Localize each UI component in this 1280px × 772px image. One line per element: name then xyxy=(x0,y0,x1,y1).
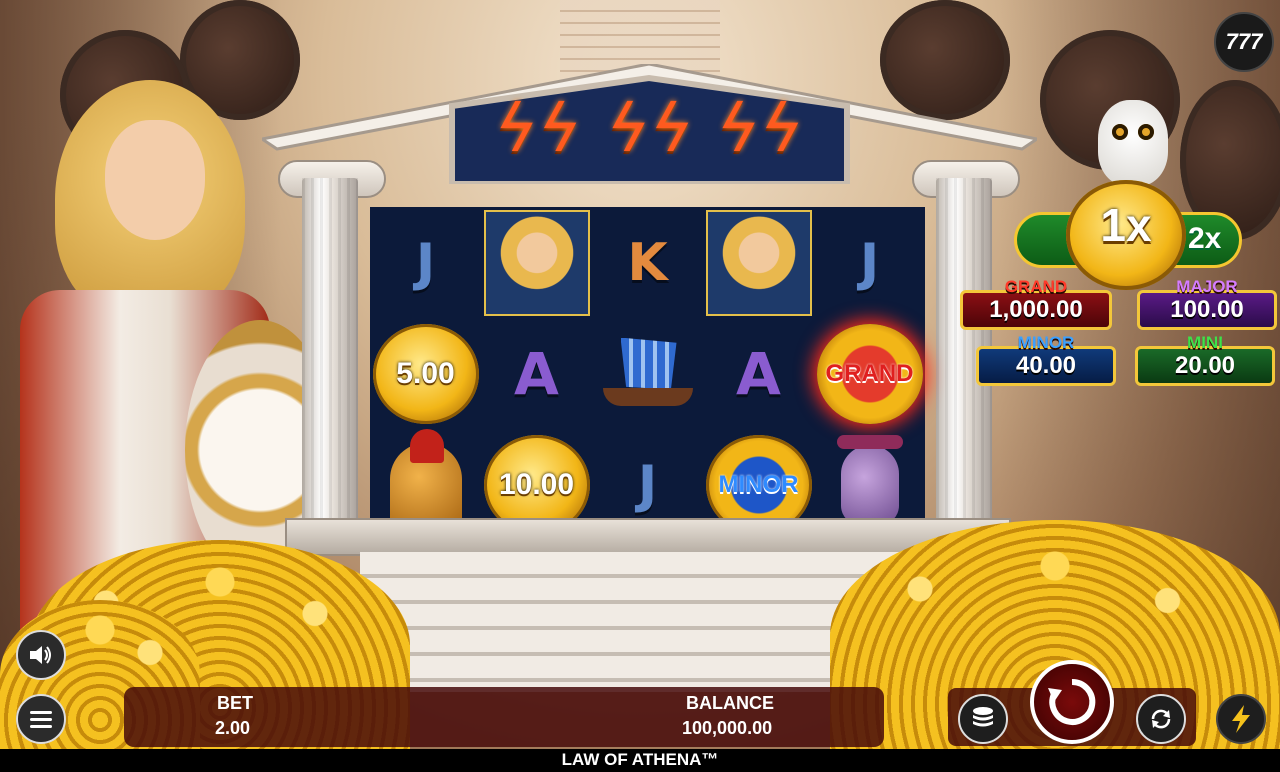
bet-label: BET xyxy=(217,693,253,713)
symbol-letter: A xyxy=(514,339,559,408)
reel-symbol-j: J xyxy=(814,207,925,318)
multiplier-next: 2x xyxy=(1188,222,1222,255)
spin-arrow-icon xyxy=(1048,678,1096,725)
jackpot-grand-label: GRAND xyxy=(1004,277,1068,296)
ship-icon xyxy=(602,334,693,414)
reel-symbol-athena xyxy=(481,207,592,318)
reel-symbol-k: K xyxy=(592,207,703,318)
jackpot-major-amount: 100.00 xyxy=(1170,296,1244,323)
spin-button[interactable] xyxy=(1030,660,1114,744)
symbol-letter: A xyxy=(736,339,781,408)
reel-symbol-coin: 5.00 xyxy=(370,318,481,429)
info-panel: BET 2.00 BALANCE 100,000.00 xyxy=(124,687,884,747)
jackpot-major: MAJOR 100.00 xyxy=(1137,277,1277,330)
athena-face xyxy=(105,120,205,240)
grand-coin-icon: GRAND xyxy=(816,323,923,424)
coin-stack-icon xyxy=(973,707,993,727)
bet-value: 2.00 xyxy=(215,718,251,738)
coin-value: 10.00 xyxy=(498,467,575,501)
jackpot-minor-amount: 40.00 xyxy=(1015,352,1077,379)
reel-symbol-grand-coin: GRAND xyxy=(814,318,925,429)
balance-label: BALANCE xyxy=(686,693,774,713)
jackpot-mini-label: MINI xyxy=(1187,333,1223,352)
reel-symbol-j: J xyxy=(370,207,481,318)
autoplay-button[interactable] xyxy=(1136,694,1186,744)
jackpot-grand: GRAND 1,000.00 xyxy=(960,277,1112,330)
game-logo-badge: 777 xyxy=(1214,12,1274,72)
reel-symbol-a: A xyxy=(481,318,592,429)
lightning-bolt-icon: ϟϟ xyxy=(707,90,812,167)
coin-jackpot-label: GRAND xyxy=(825,359,914,387)
reel-symbol-a: A xyxy=(703,318,814,429)
symbol-letter: K xyxy=(627,232,668,293)
coin-jackpot-label: MINOR xyxy=(718,470,799,498)
lightning-icon xyxy=(1232,705,1250,733)
jackpot-minor: MINOR 40.00 xyxy=(976,333,1116,386)
balance-value: 100,000.00 xyxy=(682,718,773,738)
multiplier-current: 1x xyxy=(1100,199,1152,251)
game-title: LAW OF ATHENA™ xyxy=(561,750,719,769)
turbo-button[interactable] xyxy=(1216,694,1266,744)
symbol-letter: J xyxy=(415,232,436,293)
jackpot-mini-amount: 20.00 xyxy=(1174,352,1236,379)
coin-value: 5.00 xyxy=(396,356,455,390)
athena-portrait-icon xyxy=(705,209,812,316)
helmet-icon xyxy=(389,428,462,527)
pillar-left xyxy=(302,178,358,523)
reel-symbol-athena xyxy=(703,207,814,318)
speaker-icon xyxy=(30,646,51,664)
jackpot-grand-amount: 1,000.00 xyxy=(989,296,1083,323)
sound-button[interactable] xyxy=(16,630,66,680)
jackpot-minor-label: MINOR xyxy=(1017,333,1075,352)
owl-icon xyxy=(1098,100,1168,186)
autoplay-icon xyxy=(1151,709,1171,729)
coin-value-icon: 5.00 xyxy=(372,323,479,424)
hamburger-menu-icon xyxy=(30,711,52,728)
reel-symbol-ship xyxy=(592,318,703,429)
jackpot-major-label: MAJOR xyxy=(1176,277,1238,296)
lightning-bolt-icon: ϟϟ xyxy=(597,90,702,167)
athena-portrait-icon xyxy=(483,209,590,316)
symbol-letter: J xyxy=(637,454,658,515)
vase-icon xyxy=(836,434,903,525)
menu-button[interactable] xyxy=(16,694,66,744)
symbol-letter: J xyxy=(859,232,880,293)
jackpot-mini: MINI 20.00 xyxy=(1135,333,1275,386)
multiplier-coin: 1x xyxy=(1066,180,1186,290)
bet-button[interactable] xyxy=(958,694,1008,744)
logo-text: 777 xyxy=(1225,29,1263,54)
lightning-bolt-icon: ϟϟ xyxy=(485,90,590,167)
reel-grid: J K J 5.00 A A GRAND 10.00 J MINOR xyxy=(370,207,925,540)
footer-bar: LAW OF ATHENA™ xyxy=(0,749,1280,772)
